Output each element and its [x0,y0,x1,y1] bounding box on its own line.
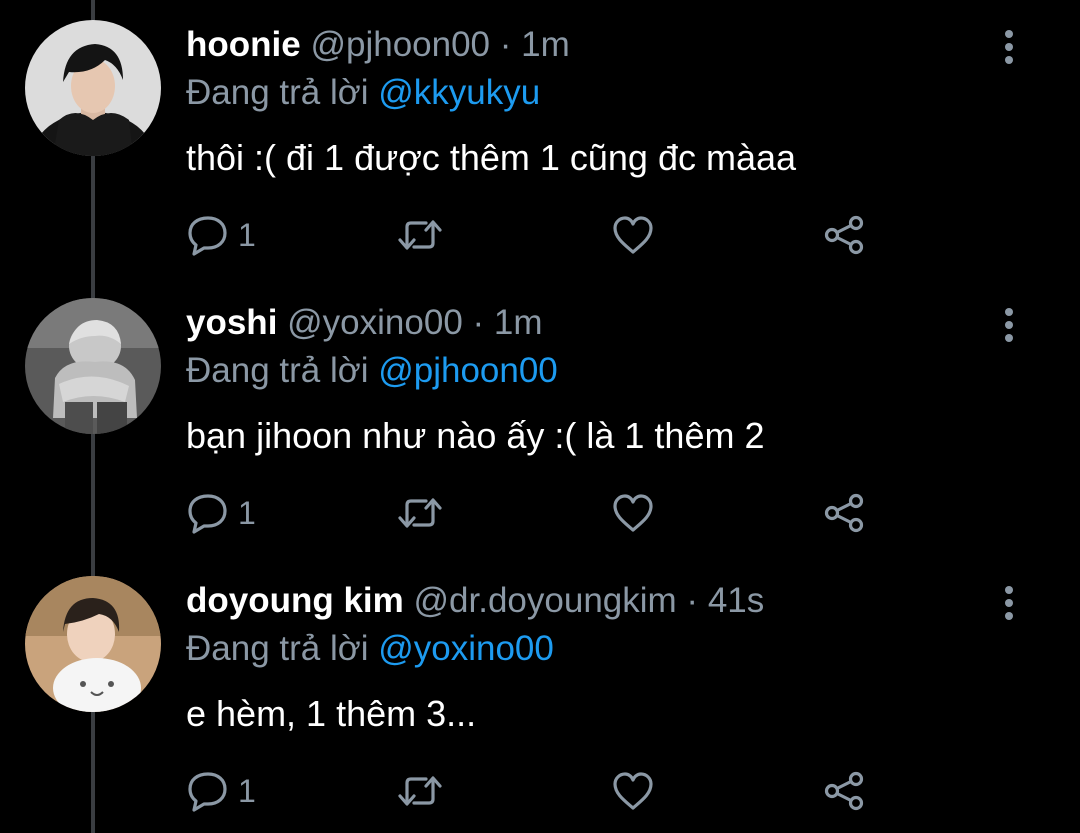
reply-target-mention[interactable]: @yoxino00 [378,629,554,668]
reply-count: 1 [238,772,256,809]
share-button[interactable] [822,766,866,816]
like-button[interactable] [611,488,655,538]
reply-button[interactable]: 1 [186,766,256,816]
reply-target-mention[interactable]: @pjhoon00 [378,351,558,390]
share-nodes-icon [824,771,864,811]
avatar[interactable] [25,20,161,156]
tweet-text: thôi :( đi 1 được thêm 1 cũng đc màaa [186,137,797,178]
heart-outline-icon [613,772,653,810]
tweet-actions: 1 [186,210,886,260]
more-options-button[interactable] [996,28,1022,68]
more-options-button[interactable] [996,306,1022,346]
reply-button[interactable]: 1 [186,210,256,260]
share-button[interactable] [822,210,866,260]
reply-count: 1 [238,494,256,531]
reply-thread: hoonie @pjhoon00 · 1m Đang trả lời @kkyu… [0,0,1080,833]
timestamp[interactable]: 1m [521,25,570,64]
tweet[interactable]: yoshi @yoxino00 · 1m Đang trả lời @pjhoo… [0,278,1080,556]
heart-outline-icon [613,216,653,254]
speech-bubble-icon [188,772,227,812]
tweet[interactable]: hoonie @pjhoon00 · 1m Đang trả lời @kkyu… [0,0,1080,278]
share-nodes-icon [824,493,864,533]
separator-dot: · [472,303,485,342]
reply-button[interactable]: 1 [186,488,256,538]
avatar[interactable] [25,298,161,434]
vertical-ellipsis-icon [1005,308,1013,342]
reply-target-mention[interactable]: @kkyukyu [378,73,540,112]
replying-to-label: Đang trả lời [186,351,369,390]
retweet-button[interactable] [396,210,444,260]
reply-count: 1 [238,216,256,253]
replying-to-line: Đang trả lời @pjhoon00 [186,348,558,394]
display-name[interactable]: doyoung kim [186,581,404,620]
user-handle[interactable]: @pjhoon00 [310,25,490,64]
user-handle[interactable]: @yoxino00 [287,303,463,342]
display-name[interactable]: hoonie [186,25,301,64]
retweet-button[interactable] [396,766,444,816]
tweet-actions: 1 [186,488,886,538]
replying-to-line: Đang trả lời @kkyukyu [186,70,540,116]
tweet-header: doyoung kim @dr.doyoungkim · 41s [186,578,764,624]
heart-outline-icon [613,494,653,532]
tweet[interactable]: doyoung kim @dr.doyoungkim · 41s Đang tr… [0,556,1080,833]
replying-to-line: Đang trả lời @yoxino00 [186,626,554,672]
vertical-ellipsis-icon [1005,30,1013,64]
tweet-text: bạn jihoon như nào ấy :( là 1 thêm 2 [186,415,765,456]
speech-bubble-icon [188,216,227,256]
replying-to-label: Đang trả lời [186,629,369,668]
vertical-ellipsis-icon [1005,586,1013,620]
tweet-actions: 1 [186,766,886,816]
speech-bubble-icon [188,494,227,534]
share-button[interactable] [822,488,866,538]
display-name[interactable]: yoshi [186,303,277,342]
retweet-arrows-icon [398,220,442,250]
like-button[interactable] [611,766,655,816]
like-button[interactable] [611,210,655,260]
retweet-button[interactable] [396,488,444,538]
tweet-header: hoonie @pjhoon00 · 1m [186,22,570,68]
retweet-arrows-icon [398,776,442,806]
tweet-header: yoshi @yoxino00 · 1m [186,300,543,346]
tweet-text: e hèm, 1 thêm 3... [186,693,477,734]
timestamp[interactable]: 41s [708,581,764,620]
retweet-arrows-icon [398,498,442,528]
share-nodes-icon [824,215,864,255]
more-options-button[interactable] [996,584,1022,624]
avatar[interactable] [25,576,161,712]
user-handle[interactable]: @dr.doyoungkim [414,581,677,620]
replying-to-label: Đang trả lời [186,73,369,112]
separator-dot: · [499,25,512,64]
timestamp[interactable]: 1m [494,303,543,342]
separator-dot: · [686,581,699,620]
